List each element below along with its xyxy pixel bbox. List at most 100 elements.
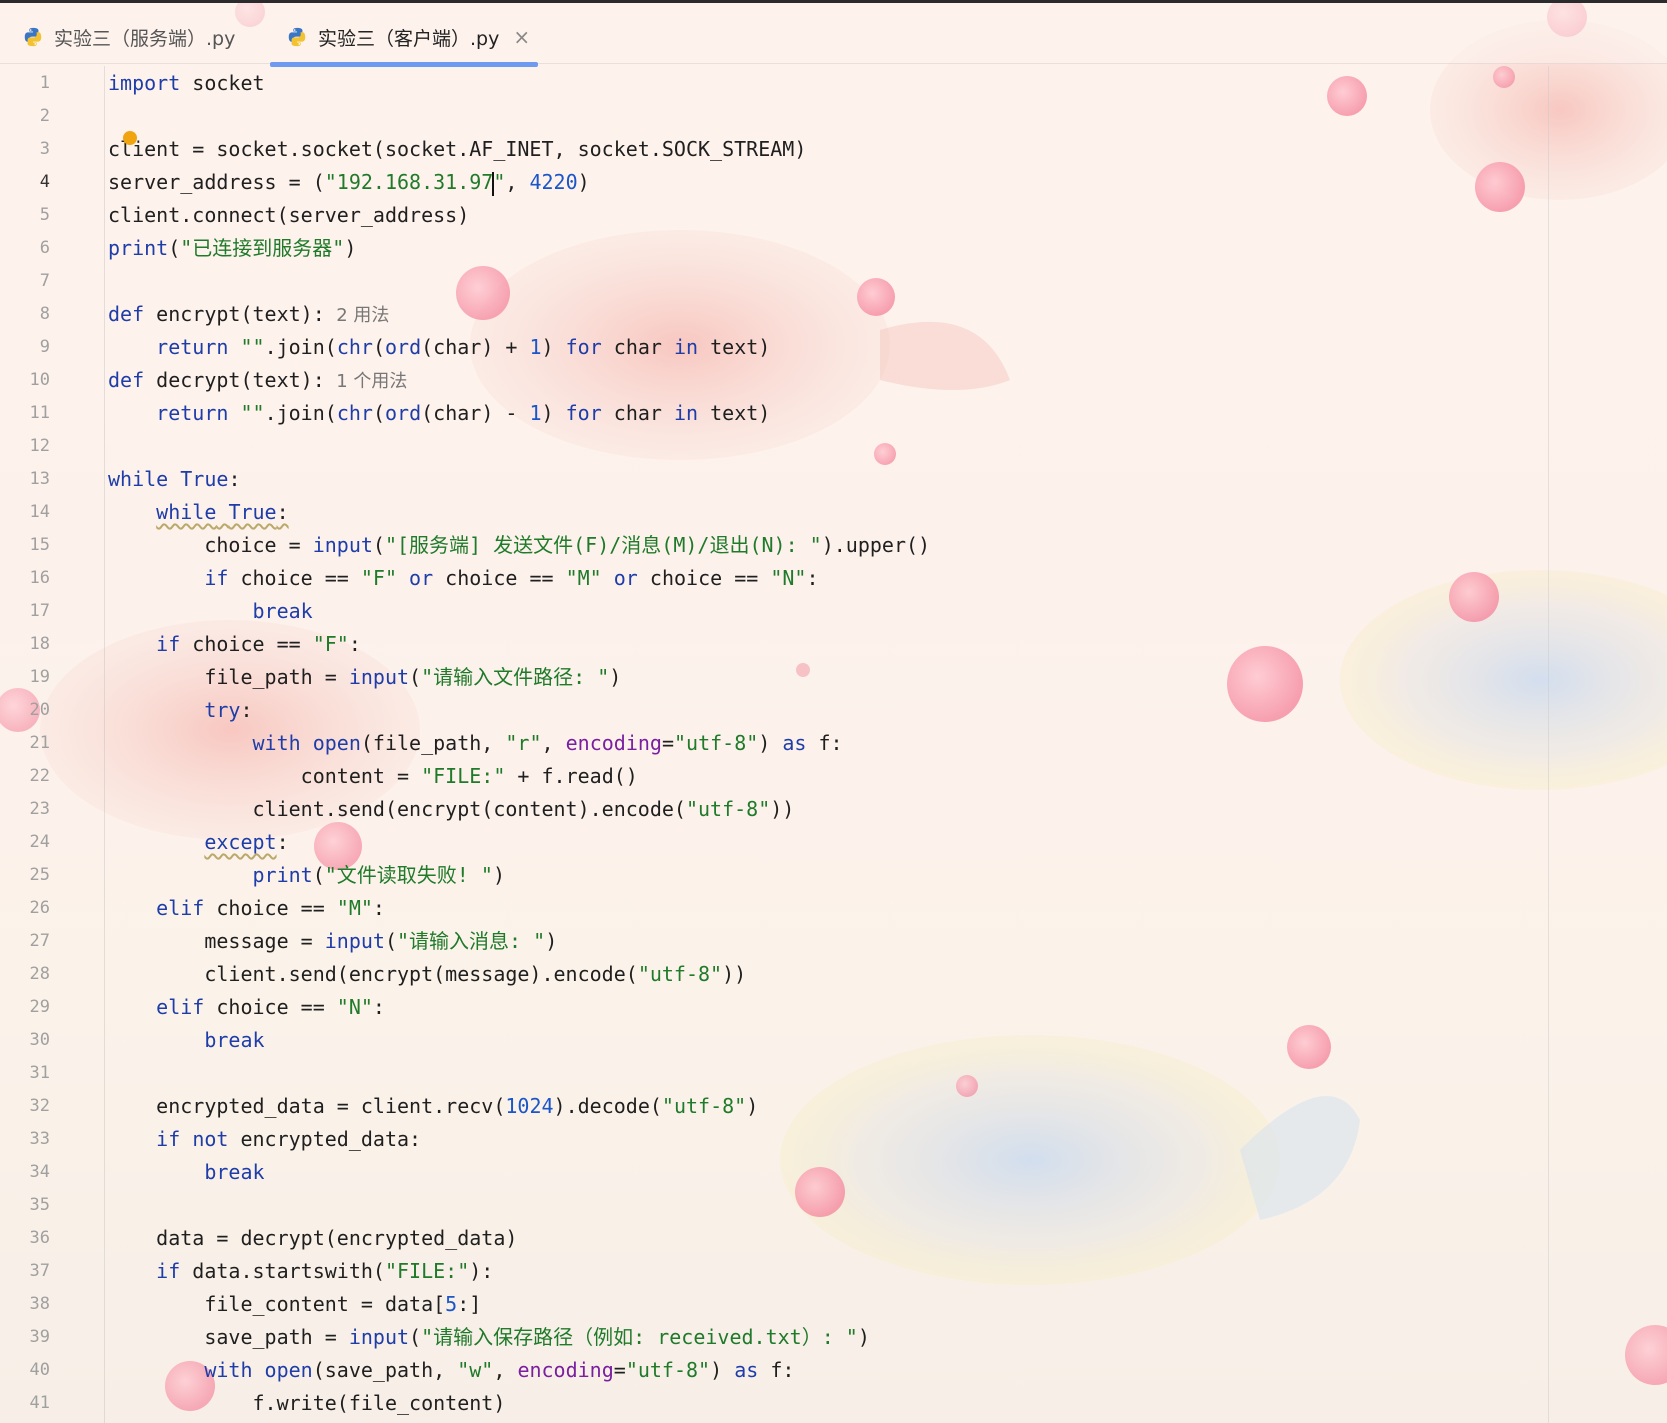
- code-line[interactable]: 10 def decrypt(text): 1 个用法: [0, 364, 1667, 397]
- code-line[interactable]: 4 server_address = ("192.168.31.97", 4220…: [0, 166, 1667, 199]
- code-line[interactable]: 20 try:: [0, 694, 1667, 727]
- code-line[interactable]: 34 break: [0, 1156, 1667, 1189]
- line-number[interactable]: 38: [0, 1288, 50, 1321]
- line-number[interactable]: 30: [0, 1024, 50, 1057]
- code-line[interactable]: 14 while True:: [0, 496, 1667, 529]
- code-line[interactable]: 28 client.send(encrypt(message).encode("…: [0, 958, 1667, 991]
- code-text[interactable]: encrypted_data = client.recv(1024).decod…: [108, 1090, 758, 1123]
- code-line[interactable]: 16 if choice == "F" or choice == "M" or …: [0, 562, 1667, 595]
- tab-server-file[interactable]: 实验三（服务端）.py: [22, 9, 235, 65]
- line-number[interactable]: 27: [0, 925, 50, 958]
- line-number[interactable]: 26: [0, 892, 50, 925]
- line-number[interactable]: 9: [0, 331, 50, 364]
- line-number[interactable]: 15: [0, 529, 50, 562]
- line-number[interactable]: 40: [0, 1354, 50, 1387]
- line-number[interactable]: 37: [0, 1255, 50, 1288]
- code-text[interactable]: choice = input("[服务端] 发送文件(F)/消息(M)/退出(N…: [108, 529, 930, 562]
- code-line[interactable]: 27 message = input("请输入消息: "): [0, 925, 1667, 958]
- code-text[interactable]: f.write(file_content): [108, 1387, 505, 1420]
- line-number[interactable]: 2: [0, 100, 50, 133]
- code-line[interactable]: 17 break: [0, 595, 1667, 628]
- line-number[interactable]: 23: [0, 793, 50, 826]
- code-text[interactable]: client = socket.socket(socket.AF_INET, s…: [108, 133, 806, 166]
- code-line[interactable]: 25 print("文件读取失败! "): [0, 859, 1667, 892]
- line-number[interactable]: 17: [0, 595, 50, 628]
- code-text[interactable]: content = "FILE:" + f.read(): [108, 760, 638, 793]
- line-number[interactable]: 29: [0, 991, 50, 1024]
- code-text[interactable]: return "".join(chr(ord(char) + 1) for ch…: [108, 331, 770, 364]
- code-line[interactable]: 2: [0, 100, 1667, 133]
- line-number[interactable]: 22: [0, 760, 50, 793]
- line-number[interactable]: 19: [0, 661, 50, 694]
- line-number[interactable]: 32: [0, 1090, 50, 1123]
- usage-inlay-hint[interactable]: 2 用法: [325, 305, 389, 326]
- code-line[interactable]: 36 data = decrypt(encrypted_data): [0, 1222, 1667, 1255]
- code-line[interactable]: 1 import socket: [0, 67, 1667, 100]
- code-line[interactable]: 35: [0, 1189, 1667, 1222]
- code-text[interactable]: elif choice == "M":: [108, 892, 385, 925]
- line-number[interactable]: 1: [0, 67, 50, 100]
- code-line[interactable]: 30 break: [0, 1024, 1667, 1057]
- code-text[interactable]: client.send(encrypt(content).encode("utf…: [108, 793, 794, 826]
- code-line[interactable]: 22 content = "FILE:" + f.read(): [0, 760, 1667, 793]
- code-text[interactable]: print("文件读取失败! "): [108, 859, 505, 892]
- code-line[interactable]: 38 file_content = data[5:]: [0, 1288, 1667, 1321]
- code-line[interactable]: 13 while True:: [0, 463, 1667, 496]
- line-number[interactable]: 14: [0, 496, 50, 529]
- code-line[interactable]: 6 print("已连接到服务器"): [0, 232, 1667, 265]
- code-text[interactable]: server_address = ("192.168.31.97", 4220): [108, 166, 590, 199]
- code-line[interactable]: 31: [0, 1057, 1667, 1090]
- line-number[interactable]: 28: [0, 958, 50, 991]
- code-line[interactable]: 26 elif choice == "M":: [0, 892, 1667, 925]
- code-line[interactable]: 39 save_path = input("请输入保存路径（例如: receiv…: [0, 1321, 1667, 1354]
- line-number[interactable]: 13: [0, 463, 50, 496]
- line-number[interactable]: 5: [0, 199, 50, 232]
- code-line[interactable]: 8 def encrypt(text): 2 用法: [0, 298, 1667, 331]
- line-number[interactable]: 3: [0, 133, 50, 166]
- code-text[interactable]: client.send(encrypt(message).encode("utf…: [108, 958, 746, 991]
- line-number[interactable]: 33: [0, 1123, 50, 1156]
- tab-client-file[interactable]: 实验三（客户端）.py ×: [286, 9, 530, 65]
- code-text[interactable]: def decrypt(text): 1 个用法: [108, 364, 407, 398]
- code-text[interactable]: with open(save_path, "w", encoding="utf-…: [108, 1354, 794, 1387]
- code-line[interactable]: 15 choice = input("[服务端] 发送文件(F)/消息(M)/退…: [0, 529, 1667, 562]
- code-text[interactable]: if not encrypted_data:: [108, 1123, 421, 1156]
- code-text[interactable]: return "".join(chr(ord(char) - 1) for ch…: [108, 397, 770, 430]
- code-text[interactable]: file_path = input("请输入文件路径: "): [108, 661, 621, 694]
- code-text[interactable]: client.connect(server_address): [108, 199, 469, 232]
- code-text[interactable]: break: [108, 595, 313, 628]
- code-line[interactable]: 12: [0, 430, 1667, 463]
- close-icon[interactable]: ×: [513, 25, 530, 49]
- code-line[interactable]: 32 encrypted_data = client.recv(1024).de…: [0, 1090, 1667, 1123]
- line-number[interactable]: 11: [0, 397, 50, 430]
- code-text[interactable]: break: [108, 1156, 264, 1189]
- code-text[interactable]: data = decrypt(encrypted_data): [108, 1222, 517, 1255]
- line-number[interactable]: 21: [0, 727, 50, 760]
- line-number[interactable]: 16: [0, 562, 50, 595]
- code-text[interactable]: def encrypt(text): 2 用法: [108, 298, 389, 332]
- code-line[interactable]: 21 with open(file_path, "r", encoding="u…: [0, 727, 1667, 760]
- code-text[interactable]: message = input("请输入消息: "): [108, 925, 557, 958]
- code-text[interactable]: import socket: [108, 67, 265, 100]
- code-line[interactable]: 40 with open(save_path, "w", encoding="u…: [0, 1354, 1667, 1387]
- code-line[interactable]: 19 file_path = input("请输入文件路径: "): [0, 661, 1667, 694]
- code-text[interactable]: except:: [108, 826, 288, 859]
- code-editor[interactable]: 1 import socket 2 3 client = socket.socket(s…: [0, 66, 1667, 1423]
- code-text[interactable]: try:: [108, 694, 252, 727]
- code-line[interactable]: 11 return "".join(chr(ord(char) - 1) for…: [0, 397, 1667, 430]
- code-text[interactable]: with open(file_path, "r", encoding="utf-…: [108, 727, 843, 760]
- line-number[interactable]: 20: [0, 694, 50, 727]
- line-number[interactable]: 12: [0, 430, 50, 463]
- code-text[interactable]: save_path = input("请输入保存路径（例如: received.…: [108, 1321, 870, 1354]
- line-number[interactable]: 6: [0, 232, 50, 265]
- code-line[interactable]: 33 if not encrypted_data:: [0, 1123, 1667, 1156]
- code-text[interactable]: if choice == "F" or choice == "M" or cho…: [108, 562, 818, 595]
- line-number[interactable]: 7: [0, 265, 50, 298]
- usage-inlay-hint[interactable]: 1 个用法: [325, 371, 407, 392]
- line-number[interactable]: 36: [0, 1222, 50, 1255]
- code-line[interactable]: 29 elif choice == "N":: [0, 991, 1667, 1024]
- line-number[interactable]: 41: [0, 1387, 50, 1420]
- line-number[interactable]: 35: [0, 1189, 50, 1222]
- line-number[interactable]: 24: [0, 826, 50, 859]
- intention-bulb-icon[interactable]: [123, 131, 137, 145]
